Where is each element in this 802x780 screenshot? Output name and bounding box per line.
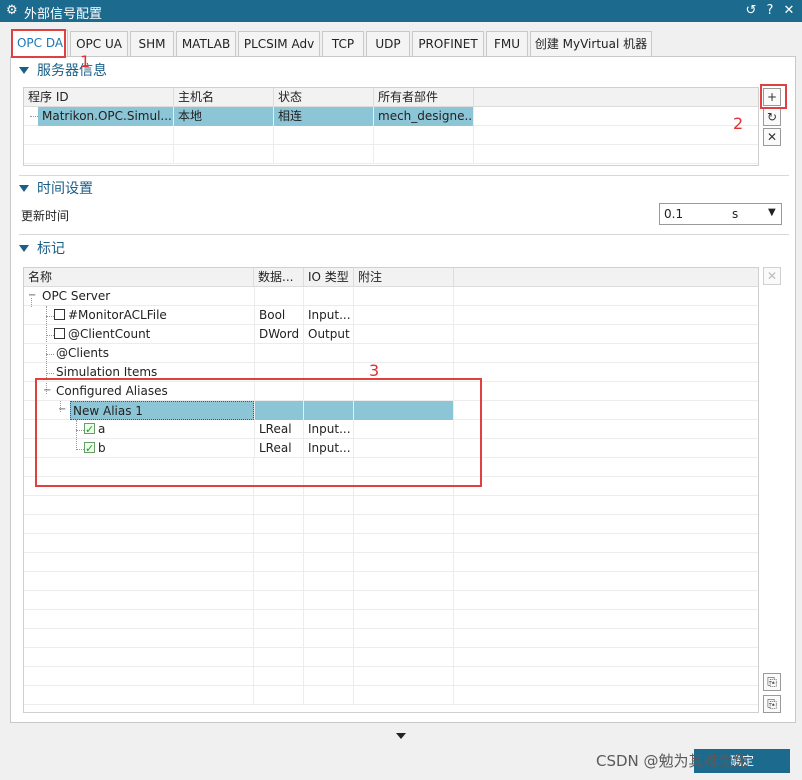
server-table-header: 程序 ID 主机名 状态 所有者部件 [24,88,758,107]
update-time-label: 更新时间 [21,209,70,223]
time-section-title: 时间设置 [37,181,93,197]
help-button[interactable]: ? [763,3,777,18]
tree-item-label: @ClientCount [68,327,151,341]
update-time-value: 0.1 [664,207,684,221]
tab-fmu[interactable]: FMU [486,31,528,56]
table-row [24,534,758,553]
annotation-box-2 [760,84,787,109]
paste-icon[interactable]: ⎘ [763,695,781,713]
expand-arrow-icon[interactable] [396,733,406,739]
table-row [24,591,758,610]
tree-row[interactable]: #MonitorACLFile Bool Input... [24,306,758,325]
tags-tree-table: 名称 数据... IO 类型 附注 − OPC Server #MonitorA… [23,267,759,713]
col-data-type[interactable]: 数据... [254,268,304,286]
col-status[interactable]: 状态 [274,88,374,106]
chevron-down-icon: ▼ [768,207,776,218]
tab-matlab[interactable]: MATLAB [176,31,236,56]
watermark: CSDN @勉为其难免免 [596,752,749,770]
annotation-number-3: 3 [369,361,380,380]
tags-section-title: 标记 [37,241,65,257]
reset-button[interactable]: ↺ [744,3,758,18]
tab-create-myvirtual[interactable]: 创建 MyVirtual 机器 [530,31,652,56]
table-row [24,515,758,534]
update-time-unit: s [732,207,739,221]
tree-row[interactable]: − OPC Server [24,287,758,306]
tree-row[interactable]: @Clients [24,344,758,363]
server-owner: mech_designe... [374,107,474,126]
collapse-triangle-icon [19,66,29,74]
col-program-id[interactable]: 程序 ID [24,88,174,106]
table-row [24,126,758,145]
table-row[interactable]: Matrikon.OPC.Simul... 本地 相连 mech_designe… [24,107,758,126]
col-name[interactable]: 名称 [24,268,254,286]
close-button[interactable]: ✕ [782,3,796,18]
col-host-name[interactable]: 主机名 [174,88,274,106]
tab-plcsim-adv[interactable]: PLCSIM Adv [238,31,320,56]
server-program-id: Matrikon.OPC.Simul... [38,107,174,126]
remove-server-button[interactable]: ✕ [763,128,781,146]
server-table: 程序 ID 主机名 状态 所有者部件 Matrikon.OPC.Simul...… [23,87,759,166]
tab-shm[interactable]: SHM [130,31,174,56]
annotation-number-1: 1 [80,52,91,71]
title-bar: ⚙ 外部信号配置 ↺ ? ✕ [0,0,802,22]
refresh-icon[interactable]: ↻ [763,108,781,126]
checkbox[interactable] [54,309,65,320]
col-note[interactable]: 附注 [354,268,454,286]
window-title: 外部信号配置 [24,7,103,22]
col-io-type[interactable]: IO 类型 [304,268,354,286]
table-row [24,629,758,648]
server-status: 相连 [274,107,374,126]
gear-icon: ⚙ [6,3,18,18]
table-row [24,572,758,591]
table-row [24,686,758,705]
table-row [24,648,758,667]
tree-item-label: @Clients [56,346,109,360]
tree-row[interactable]: @ClientCount DWord Output [24,325,758,344]
annotation-box-1 [11,29,66,58]
annotation-number-2: 2 [733,114,744,133]
tab-profinet[interactable]: PROFINET [412,31,484,56]
table-row [24,145,758,164]
table-row [24,553,758,572]
tab-udp[interactable]: UDP [366,31,410,56]
divider [19,234,789,235]
server-section-title: 服务器信息 [37,63,107,79]
server-host: 本地 [174,107,274,126]
table-row [24,496,758,515]
collapse-minus-icon[interactable]: − [28,291,36,301]
server-section-header[interactable]: 服务器信息 [19,61,107,81]
tags-table-header: 名称 数据... IO 类型 附注 [24,268,758,287]
tab-opc-ua[interactable]: OPC UA [70,31,128,56]
tags-section-header[interactable]: 标记 [19,239,65,259]
divider [19,175,789,176]
table-row [24,610,758,629]
copy-icon[interactable]: ⎘ [763,673,781,691]
time-section-header[interactable]: 时间设置 [19,179,93,199]
table-row [24,667,758,686]
collapse-triangle-icon [19,244,29,252]
annotation-box-3 [35,378,482,487]
delete-tag-button[interactable]: ✕ [763,267,781,285]
tab-tcp[interactable]: TCP [322,31,364,56]
tree-item-label: OPC Server [42,289,111,303]
collapse-triangle-icon [19,184,29,192]
checkbox[interactable] [54,328,65,339]
tree-item-label: #MonitorACLFile [68,308,167,322]
col-owner-component[interactable]: 所有者部件 [374,88,474,106]
update-time-select[interactable]: 0.1 s ▼ [659,203,782,225]
